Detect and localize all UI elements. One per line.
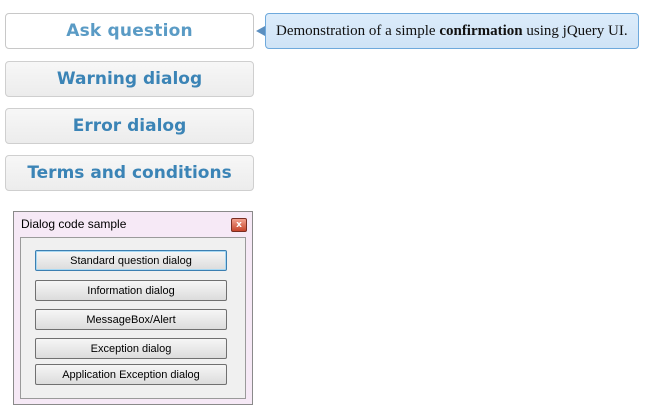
tooltip: Demonstration of a simple confirmation u…	[265, 13, 639, 49]
messagebox-alert-label: MessageBox/Alert	[86, 313, 176, 326]
tooltip-text-before: Demonstration of a simple	[276, 22, 440, 39]
page: Ask question Warning dialog Error dialog…	[0, 0, 667, 416]
window-client-area: Standard question dialog Information dia…	[20, 237, 246, 399]
terms-and-conditions-label: Terms and conditions	[27, 163, 232, 183]
information-dialog-label: Information dialog	[87, 284, 175, 297]
dialog-code-sample-window: Dialog code sample x Standard question d…	[13, 211, 253, 405]
error-dialog-label: Error dialog	[72, 116, 187, 136]
warning-dialog-label: Warning dialog	[56, 69, 203, 89]
standard-question-dialog-button[interactable]: Standard question dialog	[35, 250, 227, 271]
exception-dialog-label: Exception dialog	[90, 342, 172, 355]
application-exception-dialog-button[interactable]: Application Exception dialog	[35, 364, 227, 385]
warning-dialog-button[interactable]: Warning dialog	[5, 61, 254, 97]
ask-question-label: Ask question	[66, 21, 193, 41]
exception-dialog-button[interactable]: Exception dialog	[35, 338, 227, 359]
error-dialog-button[interactable]: Error dialog	[5, 108, 254, 144]
tooltip-text-after: using jQuery UI.	[522, 22, 628, 39]
standard-question-dialog-label: Standard question dialog	[70, 254, 192, 267]
tooltip-text-bold: confirmation	[439, 22, 523, 39]
messagebox-alert-button[interactable]: MessageBox/Alert	[35, 309, 227, 330]
close-icon[interactable]: x	[231, 218, 247, 232]
application-exception-dialog-label: Application Exception dialog	[62, 368, 200, 381]
information-dialog-button[interactable]: Information dialog	[35, 280, 227, 301]
tooltip-arrow-icon	[256, 26, 265, 36]
terms-and-conditions-button[interactable]: Terms and conditions	[5, 155, 254, 191]
ask-question-button[interactable]: Ask question	[5, 13, 254, 49]
window-title: Dialog code sample	[21, 217, 127, 231]
